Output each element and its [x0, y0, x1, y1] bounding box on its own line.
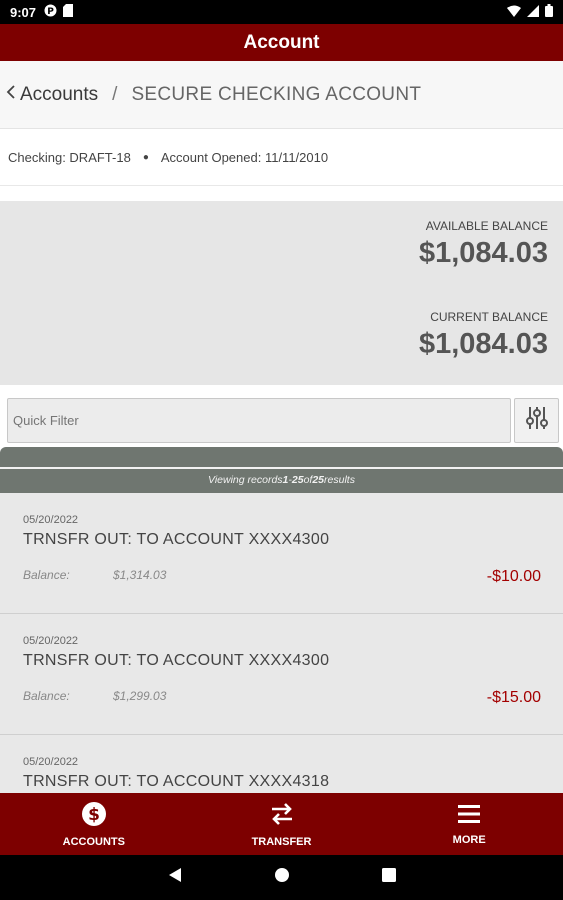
svg-text:P: P [47, 7, 54, 17]
account-info: Checking: DRAFT-18 ● Account Opened: 11/… [0, 130, 563, 186]
nav-transfer-label: TRANSFER [251, 835, 312, 848]
account-opened: Account Opened: 11/11/2010 [160, 150, 329, 165]
transaction-description: TRNSFR OUT: TO ACCOUNT XXXX4300 [23, 652, 330, 669]
back-to-accounts-link[interactable]: Accounts [6, 84, 98, 106]
transaction-date: 05/20/2022 [23, 635, 79, 647]
transaction-amount: -$10.00 [486, 568, 541, 585]
nav-accounts-label: ACCOUNTS [62, 835, 125, 848]
transaction-balance: $1,314.03 [113, 568, 167, 582]
nav-transfer[interactable]: TRANSFER [188, 793, 376, 855]
transaction-description: TRNSFR OUT: TO ACCOUNT XXXX4318 [23, 773, 330, 790]
svg-text:$: $ [88, 805, 100, 825]
current-balance-label: CURRENT BALANCE [430, 310, 548, 324]
records-header-top [0, 447, 563, 469]
transaction-date: 05/20/2022 [23, 514, 79, 526]
home-circle-icon[interactable] [274, 867, 290, 888]
dollar-circle-icon: $ [81, 801, 107, 830]
app-bar: Account [0, 24, 563, 61]
transaction-balance-label: Balance: [23, 689, 70, 703]
nav-accounts[interactable]: $ ACCOUNTS [0, 793, 188, 855]
chevron-left-icon [6, 84, 16, 106]
transaction-list: 05/20/2022 TRNSFR OUT: TO ACCOUNT XXXX43… [0, 493, 563, 793]
transaction-amount: -$15.00 [486, 689, 541, 706]
transaction-row[interactable]: 05/20/2022 TRNSFR OUT: TO ACCOUNT XXXX43… [0, 614, 563, 735]
balance-panel: AVAILABLE BALANCE $1,084.03 CURRENT BALA… [0, 201, 563, 385]
back-triangle-icon[interactable] [168, 867, 182, 888]
filter-row [0, 385, 563, 447]
transaction-row[interactable]: 05/20/2022 TRNSFR OUT: TO ACCOUNT XXXX43… [0, 493, 563, 614]
transaction-balance: $1,299.03 [113, 689, 167, 703]
nav-more-label: MORE [452, 833, 486, 846]
transaction-balance-label: Balance: [23, 568, 70, 582]
sliders-icon [524, 405, 550, 436]
status-bar: 9:07 P [0, 0, 563, 24]
signal-icon [527, 4, 539, 20]
breadcrumb-separator: / [112, 83, 118, 105]
bottom-nav: $ ACCOUNTS TRANSFER MORE [0, 793, 563, 855]
records-suffix: results [324, 474, 355, 486]
records-count: Viewing records 1 - 25 of 25 results [0, 469, 563, 491]
filter-options-button[interactable] [514, 398, 559, 443]
quick-filter-input[interactable] [7, 398, 511, 443]
transaction-row[interactable]: 05/20/2022 TRNSFR OUT: TO ACCOUNT XXXX43… [0, 735, 563, 793]
bullet-separator: ● [142, 152, 149, 163]
hamburger-menu-icon [457, 803, 481, 828]
account-type: Checking: DRAFT-18 [8, 150, 131, 165]
wifi-icon [507, 5, 521, 20]
transaction-description: TRNSFR OUT: TO ACCOUNT XXXX4300 [23, 531, 330, 548]
records-to: 25 [291, 474, 304, 486]
available-balance-label: AVAILABLE BALANCE [425, 219, 548, 233]
breadcrumb-current: SECURE CHECKING ACCOUNT [131, 83, 422, 105]
breadcrumb-accounts-label: Accounts [20, 83, 99, 105]
recents-square-icon[interactable] [381, 868, 396, 887]
pocket-app-icon: P [44, 4, 57, 20]
records-total: 25 [312, 474, 325, 486]
status-right [507, 4, 553, 20]
current-balance-value: $1,084.03 [418, 328, 548, 360]
swap-arrows-icon [269, 801, 295, 830]
battery-icon [545, 4, 553, 20]
page-title: Account [243, 31, 320, 53]
available-balance-value: $1,084.03 [418, 237, 548, 269]
breadcrumb: Accounts / SECURE CHECKING ACCOUNT [0, 61, 563, 129]
status-time: 9:07 [10, 4, 37, 20]
records-prefix: Viewing records [208, 474, 283, 486]
sd-card-icon [63, 4, 74, 20]
records-header: Viewing records 1 - 25 of 25 results [0, 447, 563, 493]
system-nav-bar [0, 855, 563, 900]
nav-more[interactable]: MORE [375, 793, 563, 855]
transaction-date: 05/20/2022 [23, 756, 79, 768]
